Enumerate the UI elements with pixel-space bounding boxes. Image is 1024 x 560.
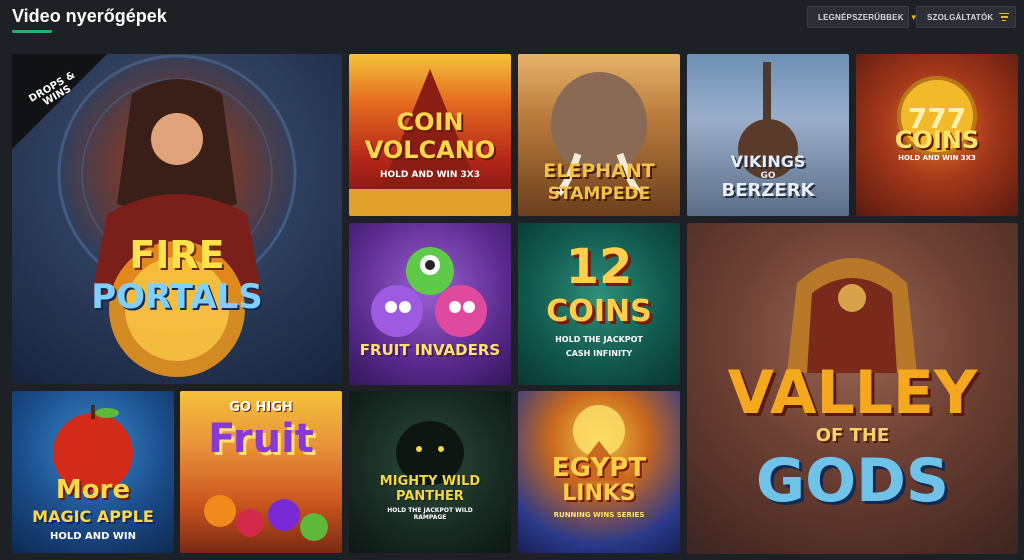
vikings-title-line1: VIKINGS bbox=[730, 152, 806, 171]
game-tile-coins[interactable]: 777 COINS HOLD AND WIN 3x3 bbox=[856, 54, 1018, 216]
go-high-fruit-title-line1: GO HIGH bbox=[229, 400, 293, 415]
12-coins-title-line2: COINS bbox=[546, 294, 652, 329]
coin-volcano-title-line2: VOLCANO bbox=[364, 136, 496, 164]
panther-artwork bbox=[396, 421, 464, 485]
game-tile-go-high-fruit[interactable]: GO HIGH Fruit bbox=[180, 391, 342, 553]
magic-apple-subtitle: HOLD AND WIN bbox=[49, 531, 137, 542]
elephant-stampede-title-line1: ELEPHANT bbox=[543, 160, 655, 182]
game-tile-mighty-wild-panther[interactable]: MIGHTY WILD PANTHER HOLD THE JACKPOT WIL… bbox=[349, 391, 511, 553]
12-coins-subtitle-1: HOLD THE JACKPOT bbox=[555, 335, 643, 344]
valley-title-line3: GODS bbox=[755, 446, 950, 516]
game-tile-valley-of-the-gods[interactable]: VALLEY OF THE GODS bbox=[687, 223, 1018, 554]
egypt-links-title-line2: LINKS bbox=[562, 481, 636, 506]
coin-volcano-title-line1: COIN bbox=[396, 108, 464, 136]
game-tile-vikings-go-berzerk[interactable]: VIKINGS GO BERZERK bbox=[687, 54, 849, 216]
egypt-links-subtitle: RUNNING WINS SERIES bbox=[553, 511, 645, 519]
sort-label: LEGNÉPSZERŰBBEK bbox=[818, 12, 904, 22]
panther-title-line2: PANTHER bbox=[396, 489, 464, 504]
coins-title: COINS bbox=[894, 126, 980, 154]
12-coins-subtitle-2: CASH INFINITY bbox=[565, 349, 633, 358]
elephant-stampede-title-line2: STAMPEDE bbox=[547, 184, 651, 204]
vikings-title-line3: BERZERK bbox=[721, 180, 815, 201]
title-underline bbox=[12, 30, 52, 33]
game-tile-egypt-links[interactable]: EGYPT LINKS RUNNING WINS SERIES bbox=[518, 391, 680, 553]
magic-apple-title-line2: MAGIC APPLE bbox=[32, 507, 154, 526]
game-tile-elephant-stampede[interactable]: ELEPHANT STAMPEDE bbox=[518, 54, 680, 216]
providers-button[interactable]: SZOLGÁLTATÓK bbox=[916, 6, 1016, 28]
filter-icon bbox=[999, 12, 1010, 22]
slots-page: Video nyerőgépek LEGNÉPSZERŰBBEK ▼ SZOLG… bbox=[0, 0, 1024, 560]
coins-subtitle: HOLD AND WIN 3x3 bbox=[898, 154, 976, 162]
game-tile-more-magic-apple[interactable]: More MAGIC APPLE HOLD AND WIN bbox=[12, 391, 174, 553]
game-tile-12-coins[interactable]: 12 COINS HOLD THE JACKPOT CASH INFINITY bbox=[518, 223, 680, 385]
fire-portals-title-line2: PORTALS bbox=[91, 277, 263, 317]
panther-title-line1: MIGHTY WILD bbox=[379, 474, 481, 489]
valley-title-line2: OF THE bbox=[815, 425, 890, 446]
page-title: Video nyerőgépek bbox=[12, 6, 167, 26]
fire-portals-artwork bbox=[12, 54, 297, 377]
game-tile-coin-volcano[interactable]: COIN VOLCANO HOLD AND WIN 3x3 bbox=[349, 54, 511, 216]
coin-volcano-subtitle: HOLD AND WIN 3x3 bbox=[379, 170, 481, 180]
egypt-links-title-line1: EGYPT bbox=[551, 453, 647, 483]
game-tile-fire-portals[interactable]: DROPS & WINS FIRE PORTALS bbox=[12, 54, 342, 384]
12-coins-title-line1: 12 bbox=[565, 239, 633, 295]
magic-apple-title-line1: More bbox=[55, 475, 131, 505]
valley-title-line1: VALLEY bbox=[727, 358, 978, 428]
fruit-invaders-artwork bbox=[371, 247, 487, 337]
fire-portals-title-line1: FIRE bbox=[129, 233, 225, 277]
fruit-invaders-title: FRUIT INVADERS bbox=[359, 341, 501, 359]
game-tile-fruit-invaders[interactable]: FRUIT INVADERS bbox=[349, 223, 511, 385]
sort-dropdown[interactable]: LEGNÉPSZERŰBBEK ▼ bbox=[807, 6, 918, 28]
providers-label: SZOLGÁLTATÓK bbox=[927, 12, 994, 22]
magic-apple-artwork bbox=[53, 405, 133, 493]
panther-subtitle: HOLD THE JACKPOT WILD RAMPAGE bbox=[387, 507, 473, 521]
go-high-fruit-title-line2: Fruit bbox=[208, 416, 314, 462]
